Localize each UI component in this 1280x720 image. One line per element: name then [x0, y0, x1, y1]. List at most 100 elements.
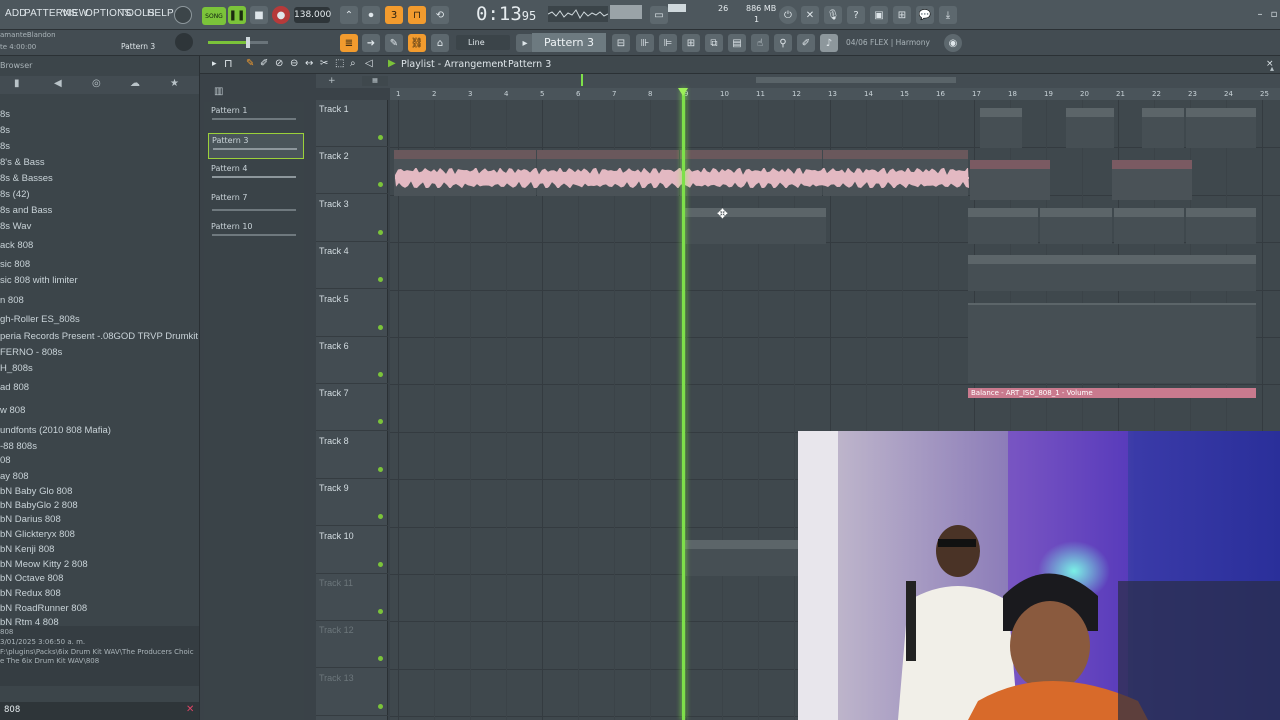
browser-item[interactable]: bN RoadRunner 808: [0, 603, 87, 614]
pattern-item-7[interactable]: Pattern 7: [208, 191, 304, 217]
snap-selector[interactable]: Line: [456, 35, 510, 50]
overview-strip[interactable]: + ▦ ▴: [316, 64, 1280, 88]
paint-icon[interactable]: ✐: [260, 58, 268, 69]
track-name[interactable]: Track 3: [319, 199, 349, 209]
track-led-icon[interactable]: [378, 372, 383, 377]
automation-clip[interactable]: Gros..vel: [1142, 108, 1184, 148]
pattern-item-10[interactable]: Pattern 10: [208, 220, 304, 246]
track-led-icon[interactable]: [378, 135, 383, 140]
star-icon[interactable]: ★: [170, 78, 179, 89]
pattern-clip[interactable]: Pattern 3: [684, 208, 826, 244]
step-seq-icon[interactable]: ⧉: [705, 34, 723, 52]
play-icon[interactable]: ◁: [365, 58, 373, 69]
track-name[interactable]: Track 10: [319, 531, 354, 541]
cpu-knob-icon[interactable]: [174, 6, 192, 24]
browser-item[interactable]: undfonts (2010 808 Mafia): [0, 425, 111, 436]
track-name[interactable]: Track 11: [319, 578, 353, 588]
track-header[interactable]: Track 9: [316, 479, 388, 527]
select-icon[interactable]: ⬚: [335, 58, 344, 69]
track-led-icon[interactable]: [378, 656, 383, 662]
browser-item[interactable]: 8s & Basses: [0, 173, 53, 184]
track-name[interactable]: Track 12: [319, 625, 354, 635]
minimize-icon[interactable]: –: [1254, 8, 1266, 20]
channel-rack-icon[interactable]: ⊪: [636, 34, 654, 52]
browser-item[interactable]: 8s Wav: [0, 221, 31, 232]
browser-item[interactable]: bN Kenji 808: [0, 544, 54, 555]
browser-item[interactable]: 8s and Bass: [0, 205, 52, 216]
mute-icon[interactable]: ⊖: [290, 58, 298, 69]
time-display[interactable]: 0:1395: [476, 3, 536, 25]
track-header[interactable]: Track 13: [316, 669, 388, 716]
browser-item[interactable]: peria Records Present -.08GOD TRVP Drumk…: [0, 331, 199, 342]
brush-icon[interactable]: ✎: [385, 34, 403, 52]
track-name[interactable]: Track 8: [319, 436, 349, 446]
loop-record-icon[interactable]: ⊓: [408, 6, 426, 24]
pattern-clip[interactable]: Pattern 10: [684, 540, 804, 576]
piano-roll-icon[interactable]: ⊫: [659, 34, 677, 52]
pencil-icon[interactable]: ✎: [246, 58, 254, 69]
power-icon[interactable]: ⏻: [779, 6, 797, 24]
magnet-icon[interactable]: ⊓: [224, 57, 233, 70]
track-header[interactable]: Track 1: [316, 100, 388, 147]
plugin-browse-icon[interactable]: ◎: [92, 78, 101, 89]
browser-item[interactable]: bN Glickteryx 808: [0, 529, 75, 540]
speaker-icon[interactable]: ◀: [54, 78, 62, 89]
song-mode-toggle[interactable]: SONG: [202, 7, 226, 25]
browser-item[interactable]: ack 808: [0, 240, 33, 251]
help-icon[interactable]: ?: [847, 6, 865, 24]
automation-clip[interactable]: Gros..vel: [980, 108, 1022, 148]
piano-icon[interactable]: ▥: [214, 86, 223, 97]
track-led-icon[interactable]: [378, 324, 383, 330]
track-header[interactable]: Track 6: [316, 337, 388, 384]
browser-item[interactable]: FERNO - 808s: [0, 347, 62, 358]
plugin-icon[interactable]: ⊞: [893, 6, 911, 24]
browser-item[interactable]: sic 808 with limiter: [0, 275, 78, 286]
automation-clip[interactable]: Gross Bea..ix level: [1186, 108, 1256, 148]
audio-clip[interactable]: Livedru..khemics: [1040, 208, 1112, 244]
note-icon[interactable]: ♪: [820, 34, 838, 52]
automation-clip-balance[interactable]: Balance - ART_ISO_808_1 - Volume: [968, 388, 1256, 398]
track-name[interactable]: Track 6: [319, 341, 349, 351]
delete-icon[interactable]: ⊘: [275, 58, 283, 69]
mixer-icon[interactable]: ⊟: [612, 34, 630, 52]
audio-clip[interactable]: Livedru..hemics: [1186, 208, 1256, 244]
track-name[interactable]: Track 9: [319, 483, 349, 493]
track-header[interactable]: Track 3: [316, 195, 388, 242]
track-name[interactable]: Track 2: [319, 151, 349, 161]
playhead-marker-icon[interactable]: [678, 88, 688, 96]
track-led-icon[interactable]: [378, 229, 383, 235]
playlist-icon[interactable]: ≣: [340, 34, 358, 52]
track-name[interactable]: Track 7: [319, 388, 349, 398]
track-led-icon[interactable]: [378, 609, 383, 614]
stamp-icon[interactable]: ⌂: [431, 34, 449, 52]
browser-item[interactable]: H_808s: [0, 363, 33, 374]
master-volume-slider[interactable]: [208, 37, 268, 48]
master-volume-handle[interactable]: [246, 37, 250, 48]
save-icon[interactable]: ▣: [870, 6, 888, 24]
pattern-clip[interactable]: Pattern 3: [1112, 255, 1256, 291]
stop-button[interactable]: ■: [250, 6, 268, 24]
tab-menu-icon[interactable]: ▸: [212, 59, 217, 69]
main-pitch-knob-icon[interactable]: [175, 33, 193, 51]
arrow-right-icon[interactable]: ➜: [362, 34, 380, 52]
browser-search[interactable]: 808 ✕: [0, 702, 199, 720]
browser-item[interactable]: w 808: [0, 405, 25, 416]
browser-item[interactable]: bN Redux 808: [0, 588, 61, 599]
audio-clip[interactable]: Livedru..khemics: [1114, 208, 1184, 244]
automation-clip[interactable]: Reverb 2 - et level: [970, 160, 1050, 200]
panel-icon[interactable]: ▭: [650, 6, 668, 24]
wait-input-icon[interactable]: ⏺: [362, 6, 380, 24]
playhead[interactable]: [682, 88, 685, 720]
track-header[interactable]: Track 4: [316, 242, 388, 290]
browser-item[interactable]: 8's & Bass: [0, 157, 45, 168]
menu-help[interactable]: HELP: [147, 8, 174, 19]
cloud-icon[interactable]: ☁: [130, 78, 140, 89]
browser-item[interactable]: sic 808: [0, 259, 30, 270]
record-button[interactable]: ●: [272, 6, 290, 24]
pattern-selector[interactable]: Pattern 3: [532, 33, 606, 52]
touch-icon[interactable]: ☝: [751, 34, 769, 52]
download-icon[interactable]: ⤓: [939, 6, 957, 24]
countdown-icon[interactable]: 3: [385, 6, 403, 24]
overview-scrollbar[interactable]: [756, 77, 956, 83]
browser-icon[interactable]: ⊞: [682, 34, 700, 52]
